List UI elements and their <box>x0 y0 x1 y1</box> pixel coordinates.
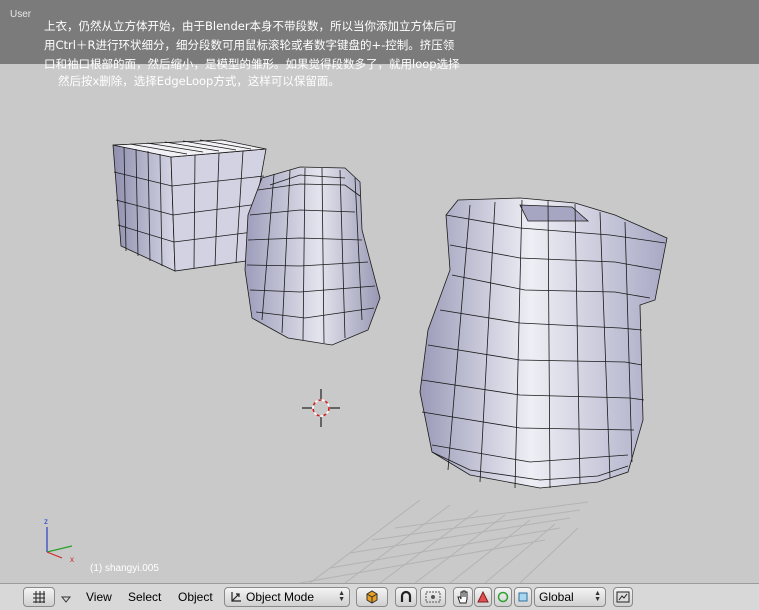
rotate-manipulator[interactable] <box>494 587 512 607</box>
translate-manipulator[interactable] <box>474 587 492 607</box>
render-icon <box>616 591 630 603</box>
cube-mesh <box>112 139 267 272</box>
svg-text:z: z <box>44 517 48 526</box>
3d-cursor <box>302 389 340 427</box>
mode-label: Object Mode <box>246 590 315 604</box>
scale-manipulator[interactable] <box>514 587 532 607</box>
caption-line: 口和袖口根部的面，然后缩小，是模型的雏形。如果觉得段数多了，就用loop选择 <box>44 57 460 71</box>
grid-icon <box>33 591 45 603</box>
manipulator-toggle[interactable] <box>453 587 473 607</box>
snap-icon <box>425 591 441 603</box>
menu-select[interactable]: Select <box>128 590 161 604</box>
square-icon <box>518 592 528 602</box>
torso-mesh-large <box>419 197 668 489</box>
menu-collapse-toggle[interactable] <box>60 590 72 609</box>
viewport-shading-button[interactable] <box>356 587 388 607</box>
viewport-header: View Select Object Object Mode ▲ ▼ Global… <box>0 583 759 610</box>
menu-view[interactable]: View <box>86 590 112 604</box>
view-label: User <box>10 9 32 20</box>
opengl-render-button[interactable] <box>613 587 633 607</box>
menu-object[interactable]: Object <box>178 590 213 604</box>
up-down-arrows-icon: ▲ ▼ <box>594 590 601 603</box>
caption-line: 然后按x删除，选择EdgeLoop方式，这样可以保留面。 <box>58 74 340 88</box>
circle-icon <box>497 591 509 603</box>
triangle-icon <box>477 591 489 603</box>
caption-overlay: User 上衣，仍然从立方体开始，由于Blender本身不带段数，所以当你添加立… <box>0 0 759 64</box>
transform-orientation-select[interactable]: Global ▲ ▼ <box>534 587 606 607</box>
mode-select[interactable]: Object Mode ▲ ▼ <box>224 587 350 607</box>
hand-icon <box>457 590 468 604</box>
object-mode-icon <box>231 592 241 602</box>
orientation-label: Global <box>539 590 574 604</box>
3d-viewport[interactable]: z x User 上衣，仍然从立方体开始，由于Blender本身不带段数，所以当… <box>0 0 759 583</box>
triangle-down-icon <box>60 596 72 603</box>
up-down-arrows-icon: ▲ ▼ <box>338 590 345 603</box>
torso-mesh-small <box>244 166 381 346</box>
snap-element-button[interactable] <box>420 587 446 607</box>
pivot-button[interactable] <box>395 587 417 607</box>
cube-icon <box>366 590 378 604</box>
caption-line: 上衣，仍然从立方体开始，由于Blender本身不带段数，所以当你添加立方体后可 <box>44 19 457 33</box>
svg-text:x: x <box>70 555 74 564</box>
floor-grid <box>299 499 589 583</box>
object-name-label: (1) shangyi.005 <box>90 563 159 574</box>
magnet-icon <box>400 590 412 602</box>
axis-gizmo: z x <box>44 517 74 564</box>
editor-type-button[interactable] <box>23 587 55 607</box>
caption-line: 用Ctrl＋R进行环状细分，细分段数可用鼠标滚轮或者数字键盘的+-控制。挤压领 <box>44 38 455 52</box>
